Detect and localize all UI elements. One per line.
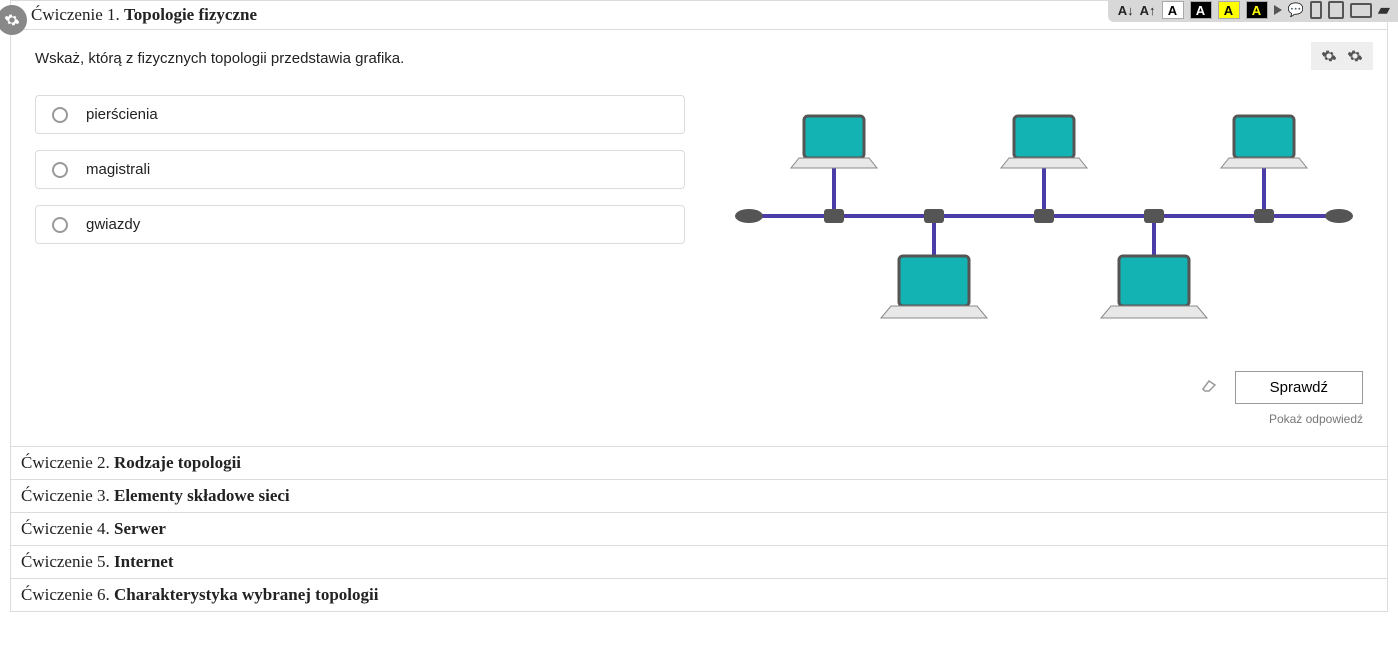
font-increase-button[interactable]: A↑ — [1140, 3, 1156, 18]
radio-icon — [52, 217, 68, 233]
option-magistrali[interactable]: magistrali — [35, 150, 685, 189]
option-gwiazdy[interactable]: gwiazdy — [35, 205, 685, 244]
bus-topology-svg — [729, 101, 1359, 331]
option-label: gwiazdy — [86, 216, 140, 233]
contrast-black[interactable]: A — [1190, 1, 1212, 19]
exercise-3-row[interactable]: Ćwiczenie 3. Elementy składowe sieci — [10, 480, 1388, 513]
exercise-1-prefix: Ćwiczenie 1. — [31, 5, 124, 24]
question-text: Wskaż, którą z fizycznych topologii prze… — [35, 50, 1363, 67]
accessibility-toolbar: A↓ A↑ A A A A 💬 ▰ — [1108, 0, 1398, 22]
radio-icon — [52, 162, 68, 178]
exercise-5-row[interactable]: Ćwiczenie 5. Internet — [10, 546, 1388, 579]
laptop-icon — [1221, 116, 1307, 168]
exercise-6-row[interactable]: Ćwiczenie 6. Charakterystyka wybranej to… — [10, 579, 1388, 612]
show-answer-link[interactable]: Pokaż odpowiedź — [35, 412, 1363, 426]
option-pierscienia[interactable]: pierścienia — [35, 95, 685, 134]
gear-icon — [1347, 48, 1363, 64]
phone-icon[interactable] — [1310, 1, 1322, 19]
speaker-icon[interactable] — [1274, 5, 1282, 15]
exercise-settings[interactable] — [1311, 42, 1373, 70]
exercise-title: Charakterystyka wybranej topologii — [114, 585, 378, 604]
exercise-1-body: Wskaż, którą z fizycznych topologii prze… — [10, 30, 1388, 447]
option-label: magistrali — [86, 161, 150, 178]
chat-icon[interactable]: 💬 — [1288, 2, 1304, 18]
exercise-prefix: Ćwiczenie 5. — [21, 552, 114, 571]
laptop-icon — [791, 116, 877, 168]
exercise-prefix: Ćwiczenie 3. — [21, 486, 114, 505]
exercise-title: Internet — [114, 552, 173, 571]
font-decrease-button[interactable]: A↓ — [1118, 3, 1134, 18]
laptop-icon — [881, 256, 987, 318]
check-button[interactable]: Sprawdź — [1235, 371, 1363, 404]
exercise-prefix: Ćwiczenie 2. — [21, 453, 114, 472]
laptop-icon — [1101, 256, 1207, 318]
exercise-4-row[interactable]: Ćwiczenie 4. Serwer — [10, 513, 1388, 546]
contrast-white[interactable]: A — [1162, 1, 1184, 19]
exercise-prefix: Ćwiczenie 6. — [21, 585, 114, 604]
gear-icon — [1321, 48, 1337, 64]
eraser-icon[interactable] — [1199, 377, 1217, 398]
options-list: pierścienia magistrali gwiazdy — [35, 95, 685, 331]
contrast-yellow[interactable]: A — [1218, 1, 1240, 19]
exercise-prefix: Ćwiczenie 4. — [21, 519, 114, 538]
desktop-icon[interactable] — [1350, 3, 1372, 18]
exercise-2-row[interactable]: Ćwiczenie 2. Rodzaje topologii — [10, 447, 1388, 480]
topology-diagram — [725, 95, 1363, 331]
option-label: pierścienia — [86, 106, 158, 123]
exercise-1-title: Topologie fizyczne — [124, 5, 257, 24]
exercise-title: Rodzaje topologii — [114, 453, 241, 472]
radio-icon — [52, 107, 68, 123]
exercise-title: Elementy składowe sieci — [114, 486, 290, 505]
tablet-icon[interactable] — [1328, 1, 1344, 19]
contrast-black-yellow[interactable]: A — [1246, 1, 1268, 19]
exercise-title: Serwer — [114, 519, 166, 538]
laptop-icon — [1001, 116, 1087, 168]
board-icon[interactable]: ▰ — [1378, 0, 1390, 20]
gear-icon — [4, 12, 20, 28]
